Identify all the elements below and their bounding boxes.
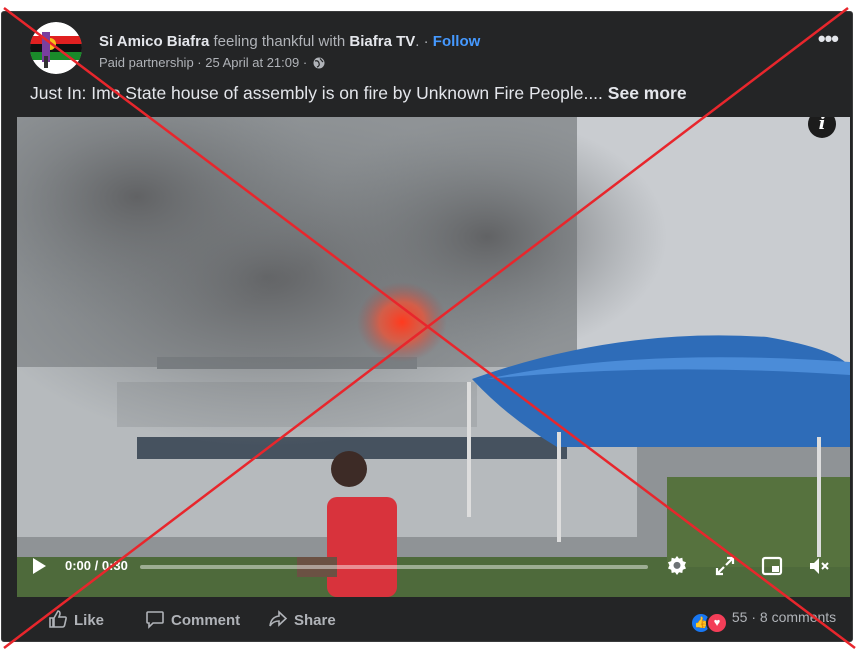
share-button[interactable]: Share [268,609,336,629]
video-player[interactable]: i 0:00 / 0:30 [17,117,850,597]
caption-text: Just In: Imo State house of assembly is … [30,83,603,103]
activity-text: feeling thankful with [213,33,346,50]
comment-icon [146,611,164,629]
tagged-page-name[interactable]: Biafra TV [349,33,415,50]
post-timestamp[interactable]: 25 April at 21:09 [205,55,299,70]
avatar[interactable] [30,22,82,74]
separator-dot: · [423,33,429,50]
post-meta: Paid partnership · 25 April at 21:09 · [99,55,325,70]
follow-button[interactable]: Follow [433,33,481,50]
like-label: Like [74,612,105,629]
post-caption: Just In: Imo State house of assembly is … [30,83,687,104]
volume-muted-icon[interactable] [807,554,831,578]
more-options-icon[interactable]: ••• [818,28,839,50]
comment-label: Comment [171,612,241,629]
share-label: Share [294,612,336,629]
biafra-flag-avatar-image [30,22,82,74]
post-actions-bar: Like Comment Share 👍 ♥ 55 · 8 comments [2,597,852,641]
video-frame-image [17,117,850,597]
share-icon [269,610,288,627]
love-reaction-icon[interactable]: ♥ [706,612,728,634]
reaction-count[interactable]: 55 [732,609,748,625]
see-more-link[interactable]: See more [608,83,687,103]
thumbs-up-icon [49,610,67,628]
fullscreen-icon[interactable] [713,554,737,578]
picture-in-picture-icon[interactable] [760,554,784,578]
separator-dot: · [197,55,202,70]
comments-count[interactable]: 8 comments [760,609,836,625]
separator-dot: · [751,609,757,625]
post-card: Si Amico Biafra feeling thankful with Bi… [1,11,853,642]
post-author-line: Si Amico Biafra feeling thankful with Bi… [99,33,480,50]
partnership-label[interactable]: Paid partnership [99,55,194,70]
author-name[interactable]: Si Amico Biafra [99,33,209,50]
globe-icon [313,57,325,69]
comment-button[interactable]: Comment [145,609,240,629]
reactions-summary: 👍 ♥ 55 · 8 comments [690,609,836,634]
like-button[interactable]: Like [48,609,104,629]
settings-icon[interactable] [665,554,689,578]
separator-dot: · [302,55,308,70]
play-icon[interactable] [33,558,46,574]
video-progress-bar[interactable] [140,565,648,569]
period: . [415,33,420,50]
video-controls: 0:00 / 0:30 [17,541,850,597]
video-time: 0:00 / 0:30 [65,558,128,573]
